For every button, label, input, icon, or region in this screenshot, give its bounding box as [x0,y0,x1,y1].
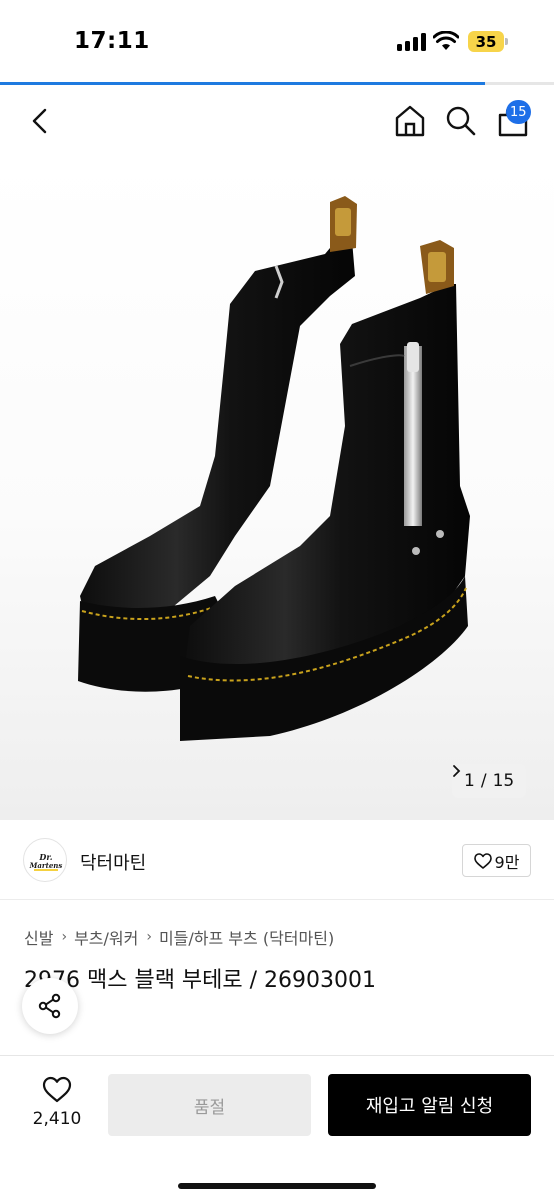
svg-text:Martens: Martens [29,861,63,870]
chevron-right-icon: › [61,929,68,945]
product-image [78,196,470,741]
top-navigation: 15 [0,86,554,156]
bottom-action-bar: 2,410 품절 재입고 알림 신청 [0,1055,554,1200]
share-button[interactable] [22,978,78,1034]
restock-notification-button[interactable]: 재입고 알림 신청 [328,1074,531,1136]
brand-row: Dr. Martens 닥터마틴 9만 [0,820,554,900]
home-indicator [178,1183,376,1189]
image-counter-separator: / [480,771,487,791]
home-icon[interactable] [392,103,428,139]
heart-outline-icon [42,1076,72,1103]
image-counter-total: 15 [492,771,515,791]
page-load-progress-fill [0,82,485,85]
sold-out-button[interactable]: 품절 [108,1074,311,1136]
battery-level: 35 [468,31,504,52]
chevron-right-icon: › [146,929,152,945]
wifi-icon [433,31,459,50]
image-counter[interactable]: 1 / 15 [452,764,527,798]
heart-outline-icon [473,852,492,869]
status-bar: 17:11 35 [0,0,554,82]
wishlist-count: 2,410 [32,1109,82,1129]
brand-logo[interactable]: Dr. Martens [23,838,67,882]
battery-icon: 35 [468,31,508,52]
breadcrumb-item[interactable]: 부츠/워커 [74,925,138,949]
breadcrumb: 신발 › 부츠/워커 › 미들/하프 부츠 (닥터마틴) [24,925,334,949]
page-load-progress [0,82,554,85]
product-title: 2976 맥스 블랙 부테로 / 26903001 [24,968,377,993]
dr-martens-logo-icon: Dr. Martens [29,852,63,871]
status-time: 17:11 [74,28,150,54]
wishlist-button[interactable]: 2,410 [26,1076,88,1138]
brand-name[interactable]: 닥터마틴 [80,849,146,875]
cart-count-badge: 15 [506,100,531,124]
breadcrumb-item[interactable]: 미들/하프 부츠 (닥터마틴) [159,925,334,949]
product-image-gallery[interactable]: 1 / 15 [0,156,554,820]
image-counter-current: 1 [464,771,475,791]
search-icon[interactable] [443,103,479,139]
brand-like-count: 9만 [494,852,520,872]
brand-like-button[interactable]: 9만 [462,844,531,877]
cellular-signal-icon [397,33,427,51]
breadcrumb-item[interactable]: 신발 [24,925,53,949]
chevron-right-icon [453,765,461,777]
back-arrow-icon[interactable] [24,104,58,138]
share-icon [38,993,61,1019]
